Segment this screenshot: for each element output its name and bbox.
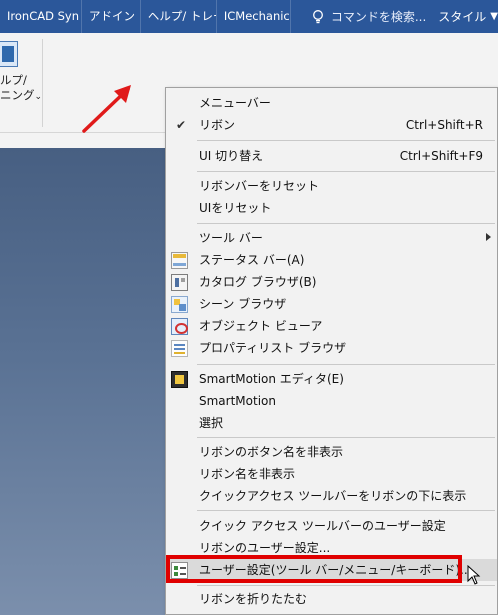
menu-item-property-list[interactable]: プロパティリスト ブラウザ bbox=[166, 337, 497, 359]
menu-item-smartmotion-editor[interactable]: SmartMotion エディタ(E) bbox=[166, 368, 497, 390]
menu-item-smartmotion[interactable]: SmartMotion bbox=[166, 390, 497, 412]
chevron-down-icon[interactable]: ▼ bbox=[490, 11, 498, 22]
menu-item-scene-browser[interactable]: シーン ブラウザ bbox=[166, 293, 497, 315]
status-bar-icon bbox=[171, 252, 188, 269]
tab-icmechanical[interactable]: ICMechanic bbox=[217, 0, 291, 33]
mouse-cursor-icon bbox=[467, 565, 481, 585]
object-viewer-icon bbox=[171, 318, 188, 335]
menu-separator bbox=[197, 510, 495, 511]
menu-separator bbox=[197, 223, 495, 224]
tab-addin[interactable]: アドイン bbox=[82, 0, 141, 33]
menu-item-catalog-browser[interactable]: カタログ ブラウザ(B) bbox=[166, 271, 497, 293]
command-search-placeholder: コマンドを検索... bbox=[330, 10, 427, 24]
menu-item-object-viewer[interactable]: オブジェクト ビューア bbox=[166, 315, 497, 337]
menu-item-selection[interactable]: 選択 bbox=[166, 412, 497, 434]
ribbon-group-label[interactable]: ルプ/ ニング⌄ bbox=[0, 73, 42, 105]
menu-separator bbox=[197, 437, 495, 438]
lightbulb-icon bbox=[312, 9, 323, 23]
title-tab-bar: IronCAD Syn アドイン ヘルプ/ トレー ICMechanic コマン… bbox=[0, 0, 498, 33]
help-training-icon[interactable] bbox=[0, 41, 18, 67]
red-arrow-annotation bbox=[82, 85, 131, 133]
menu-item-ui-switch[interactable]: UI 切り替え Ctrl+Shift+F9 bbox=[166, 145, 497, 167]
menu-item-collapse-ribbon[interactable]: リボンを折りたたむ bbox=[166, 588, 497, 610]
ribbon-group-label-line1: ルプ/ bbox=[0, 73, 27, 87]
menu-separator bbox=[197, 585, 495, 586]
catalog-browser-icon bbox=[171, 274, 188, 291]
menu-separator bbox=[197, 171, 495, 172]
property-list-icon bbox=[171, 340, 188, 357]
menu-shortcut: Ctrl+Shift+F9 bbox=[399, 149, 483, 163]
red-highlight-annotation bbox=[166, 555, 462, 583]
menu-item-reset-ui[interactable]: UIをリセット bbox=[166, 197, 497, 219]
tab-help-training[interactable]: ヘルプ/ トレー bbox=[141, 0, 217, 33]
menu-item-customize-qat[interactable]: クイック アクセス ツールバーのユーザー設定 bbox=[166, 515, 497, 537]
menu-shortcut: Ctrl+Shift+R bbox=[405, 118, 483, 132]
command-search[interactable]: コマンドを検索... bbox=[291, 0, 426, 33]
ribbon-divider bbox=[42, 39, 43, 127]
menu-item-qat-below-ribbon[interactable]: クイックアクセス ツールバーをリボンの下に表示 bbox=[166, 485, 497, 507]
menu-separator bbox=[197, 140, 495, 141]
menu-item-reset-ribbon[interactable]: リボンバーをリセット bbox=[166, 175, 497, 197]
ribbon-context-menu: メニューバー ✔ リボン Ctrl+Shift+R UI 切り替え Ctrl+S… bbox=[165, 87, 498, 615]
smartmotion-icon bbox=[171, 371, 188, 388]
menu-item-toolbars[interactable]: ツール バー bbox=[166, 227, 497, 249]
menu-separator bbox=[197, 364, 495, 365]
menu-item-menubar[interactable]: メニューバー bbox=[166, 92, 497, 114]
checkmark-icon: ✔ bbox=[176, 118, 187, 132]
menu-item-hide-button-names[interactable]: リボンのボタン名を非表示 bbox=[166, 441, 497, 463]
menu-item-status-bar[interactable]: ステータス バー(A) bbox=[166, 249, 497, 271]
ribbon-group-label-line2: ニング⌄ bbox=[0, 88, 43, 102]
menu-item-ribbon[interactable]: ✔ リボン Ctrl+Shift+R bbox=[166, 114, 497, 136]
style-menu-label[interactable]: スタイル bbox=[438, 8, 486, 25]
submenu-arrow-icon bbox=[486, 233, 491, 241]
menu-item-hide-ribbon-names[interactable]: リボン名を非表示 bbox=[166, 463, 497, 485]
tab-ironcad-sync[interactable]: IronCAD Syn bbox=[0, 0, 82, 33]
scene-browser-icon bbox=[171, 296, 188, 313]
